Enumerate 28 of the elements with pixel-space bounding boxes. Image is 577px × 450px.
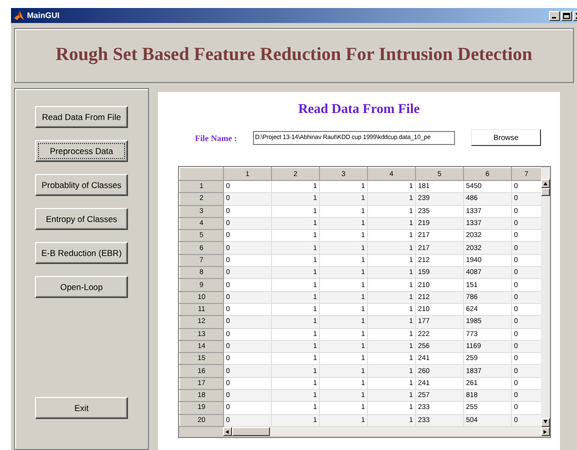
scroll-left-button[interactable] [223, 427, 232, 436]
app-icon [14, 10, 24, 20]
sidebar-button[interactable]: E-B Reduction (EBR) [35, 242, 128, 264]
app-title: Rough Set Based Feature Reduction For Intrusion Detection [56, 45, 532, 66]
maximize-icon [563, 12, 570, 18]
scroll-right-button[interactable] [541, 427, 550, 436]
window-title: MainGUI [27, 11, 60, 20]
minimize-button[interactable] [549, 10, 560, 20]
up-arrow-icon [543, 182, 548, 186]
file-name-label: File Name : [195, 132, 238, 142]
panel-title: Read Data From File [298, 101, 420, 117]
scroll-down-button[interactable] [541, 418, 550, 427]
sidebar-button[interactable]: Entropy of Classes [35, 208, 128, 230]
sidebar-button[interactable]: Read Data From File [35, 106, 128, 128]
scroll-thumb[interactable] [541, 188, 550, 196]
sidebar-button[interactable]: Preprocess Data [35, 140, 128, 162]
scroll-up-button[interactable] [541, 179, 550, 188]
left-arrow-icon [225, 430, 230, 434]
horizontal-scrollbar[interactable] [179, 426, 550, 437]
down-arrow-icon [543, 420, 548, 424]
sidebar-button[interactable]: Probablity of Classes [35, 174, 128, 196]
maximize-button[interactable] [561, 10, 572, 20]
sidebar-button[interactable]: Open-Loop [35, 276, 128, 298]
exit-button[interactable]: Exit [35, 397, 128, 419]
right-arrow-icon [543, 430, 548, 434]
vertical-scrollbar[interactable] [541, 167, 550, 427]
corner-cell [180, 168, 224, 180]
scroll-thumb[interactable] [232, 427, 270, 436]
